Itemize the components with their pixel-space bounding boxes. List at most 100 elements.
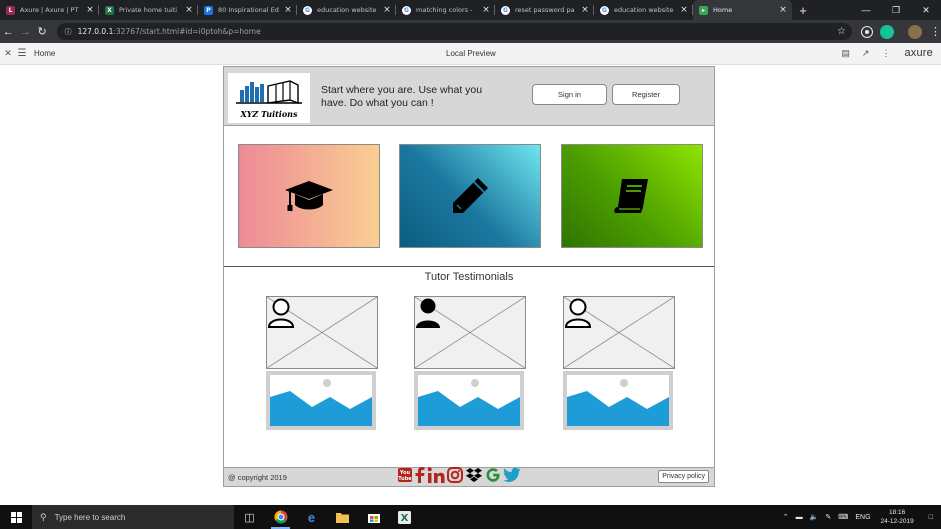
- chrome-taskbar-icon[interactable]: [265, 505, 296, 529]
- reload-icon[interactable]: ↻: [34, 25, 51, 38]
- testimonial-image: [414, 371, 524, 430]
- feature-card-library[interactable]: [561, 144, 703, 248]
- tab-favicon-icon: G: [402, 5, 411, 15]
- tab-close-icon[interactable]: ×: [580, 5, 590, 15]
- feature-card-write[interactable]: [399, 144, 541, 248]
- logo-text: XYZ Tuitions: [240, 109, 298, 119]
- site-info-icon[interactable]: ⓘ: [65, 27, 72, 37]
- site-logo[interactable]: XYZ Tuitions: [228, 73, 310, 123]
- tab-favicon-icon: X: [105, 5, 114, 15]
- social-links: You Tube: [397, 466, 523, 488]
- copyright-text: @ copyright 2019: [228, 473, 287, 482]
- file-explorer-icon[interactable]: [327, 505, 358, 529]
- dropbox-icon[interactable]: [465, 467, 483, 488]
- page-name[interactable]: Home: [34, 49, 55, 58]
- tab-title: education website: [317, 6, 377, 14]
- system-tray: ⌃ ▬ 🔈 ✎ ⌨ ENG 18:16 24-12-2019 □: [776, 508, 941, 526]
- taskbar-search-placeholder: Type here to search: [54, 512, 126, 522]
- user-outline-icon: [267, 298, 295, 328]
- tab-close-icon[interactable]: ×: [382, 5, 392, 15]
- browser-tab[interactable]: X Private home tuiti ×: [99, 0, 198, 20]
- close-sitemap-icon[interactable]: ✕: [0, 48, 16, 59]
- search-icon: ⚲: [40, 511, 47, 522]
- pencil-icon: [453, 178, 488, 213]
- browser-tab[interactable]: P 80 Inspirational Ed ×: [198, 0, 297, 20]
- axure-toolbar: ✕ ☰ Home Local Preview ▤ ↗ ⋮ axure: [0, 43, 941, 65]
- browser-tab[interactable]: Geducation website ×: [594, 0, 693, 20]
- tab-close-icon[interactable]: ×: [184, 5, 194, 15]
- tray-overflow-icon[interactable]: ⌃: [783, 513, 789, 521]
- new-tab-button[interactable]: +: [792, 3, 814, 18]
- tab-favicon-icon: G: [303, 5, 312, 15]
- profile-avatar[interactable]: [908, 24, 922, 39]
- excel-taskbar-icon[interactable]: X: [389, 505, 420, 529]
- hamburger-icon[interactable]: ☰: [16, 48, 28, 59]
- browser-tab[interactable]: L Axure | Axure | PT ×: [0, 0, 99, 20]
- taskbar-search-box[interactable]: ⚲ Type here to search: [32, 505, 234, 529]
- linkedin-icon[interactable]: [427, 466, 445, 488]
- prototype-page: XYZ Tuitions Start where you are. Use wh…: [223, 66, 715, 487]
- notifications-icon[interactable]: □: [929, 514, 933, 521]
- google-icon[interactable]: [485, 467, 501, 488]
- facebook-icon[interactable]: [415, 466, 425, 488]
- volume-icon[interactable]: 🔈: [810, 513, 819, 521]
- more-options-icon[interactable]: ⋮: [881, 48, 890, 59]
- tab-close-icon[interactable]: ×: [778, 5, 788, 15]
- tab-title: education website: [614, 6, 674, 14]
- url-host: 127.0.0.1: [77, 27, 114, 36]
- user-outline-icon: [564, 298, 592, 328]
- network-icon[interactable]: ▬: [796, 514, 803, 521]
- tab-title: matching colors -: [416, 6, 473, 14]
- clock-time: 18:16: [889, 509, 906, 516]
- browser-menu-icon[interactable]: ⋮: [930, 25, 941, 38]
- image-placeholder-icon: [270, 379, 372, 426]
- tab-close-icon[interactable]: ×: [283, 5, 293, 15]
- testimonial-photo-placeholder: [563, 296, 675, 369]
- book-icon: [614, 179, 648, 213]
- store-icon[interactable]: [358, 505, 389, 529]
- back-icon[interactable]: ←: [0, 26, 17, 38]
- clock[interactable]: 18:16 24-12-2019: [881, 508, 914, 526]
- keyboard-icon[interactable]: ⌨: [838, 513, 848, 521]
- forward-icon[interactable]: →: [17, 26, 34, 38]
- task-view-icon[interactable]: ◫: [234, 505, 265, 529]
- browser-tab[interactable]: ▸ Home ×: [693, 0, 792, 20]
- browser-tab[interactable]: Greset password pa ×: [495, 0, 594, 20]
- tab-title: Home: [713, 6, 733, 14]
- browser-tab[interactable]: Geducation website ×: [297, 0, 396, 20]
- extension-record-icon[interactable]: [861, 25, 873, 38]
- register-button[interactable]: Register: [612, 84, 680, 105]
- minimize-icon[interactable]: —: [851, 5, 881, 16]
- tab-favicon-icon: P: [204, 5, 213, 15]
- windows-start-icon[interactable]: [0, 511, 32, 523]
- edge-taskbar-icon[interactable]: e: [296, 505, 327, 529]
- restore-icon[interactable]: ❐: [881, 5, 911, 16]
- twitter-icon[interactable]: [503, 467, 521, 488]
- browser-tab[interactable]: Gmatching colors - ×: [396, 0, 495, 20]
- pen-icon[interactable]: ✎: [825, 513, 831, 521]
- preview-label: Local Preview: [446, 49, 496, 58]
- image-placeholder-icon: [567, 379, 669, 426]
- close-window-icon[interactable]: ✕: [911, 5, 941, 16]
- testimonial-image: [266, 371, 376, 430]
- testimonial-image: [563, 371, 673, 430]
- testimonial-photo-placeholder: [266, 296, 378, 369]
- language-indicator[interactable]: ENG: [855, 514, 870, 521]
- url-field[interactable]: ⓘ 127.0.0.1:32767/start.html#id=i0ptoh&p…: [56, 23, 852, 40]
- extension-grammarly-icon[interactable]: [880, 24, 894, 39]
- notes-icon[interactable]: ▤: [841, 48, 850, 59]
- feature-card-courses[interactable]: [238, 144, 380, 248]
- tab-close-icon[interactable]: ×: [481, 5, 491, 15]
- youtube-icon[interactable]: You Tube: [397, 467, 413, 488]
- instagram-icon[interactable]: [447, 466, 463, 488]
- svg-text:Tube: Tube: [398, 476, 412, 482]
- tab-close-icon[interactable]: ×: [679, 5, 689, 15]
- privacy-policy-link[interactable]: Privacy policy: [658, 470, 709, 483]
- share-icon[interactable]: ↗: [862, 48, 870, 59]
- tab-close-icon[interactable]: ×: [85, 5, 95, 15]
- windows-taskbar: ⚲ Type here to search ◫ e X ⌃ ▬ 🔈 ✎ ⌨ EN…: [0, 505, 941, 529]
- site-header: XYZ Tuitions Start where you are. Use wh…: [224, 67, 714, 126]
- sign-in-button[interactable]: Sign in: [532, 84, 607, 105]
- window-controls: — ❐ ✕: [851, 5, 941, 16]
- bookmark-star-icon[interactable]: ☆: [837, 26, 846, 37]
